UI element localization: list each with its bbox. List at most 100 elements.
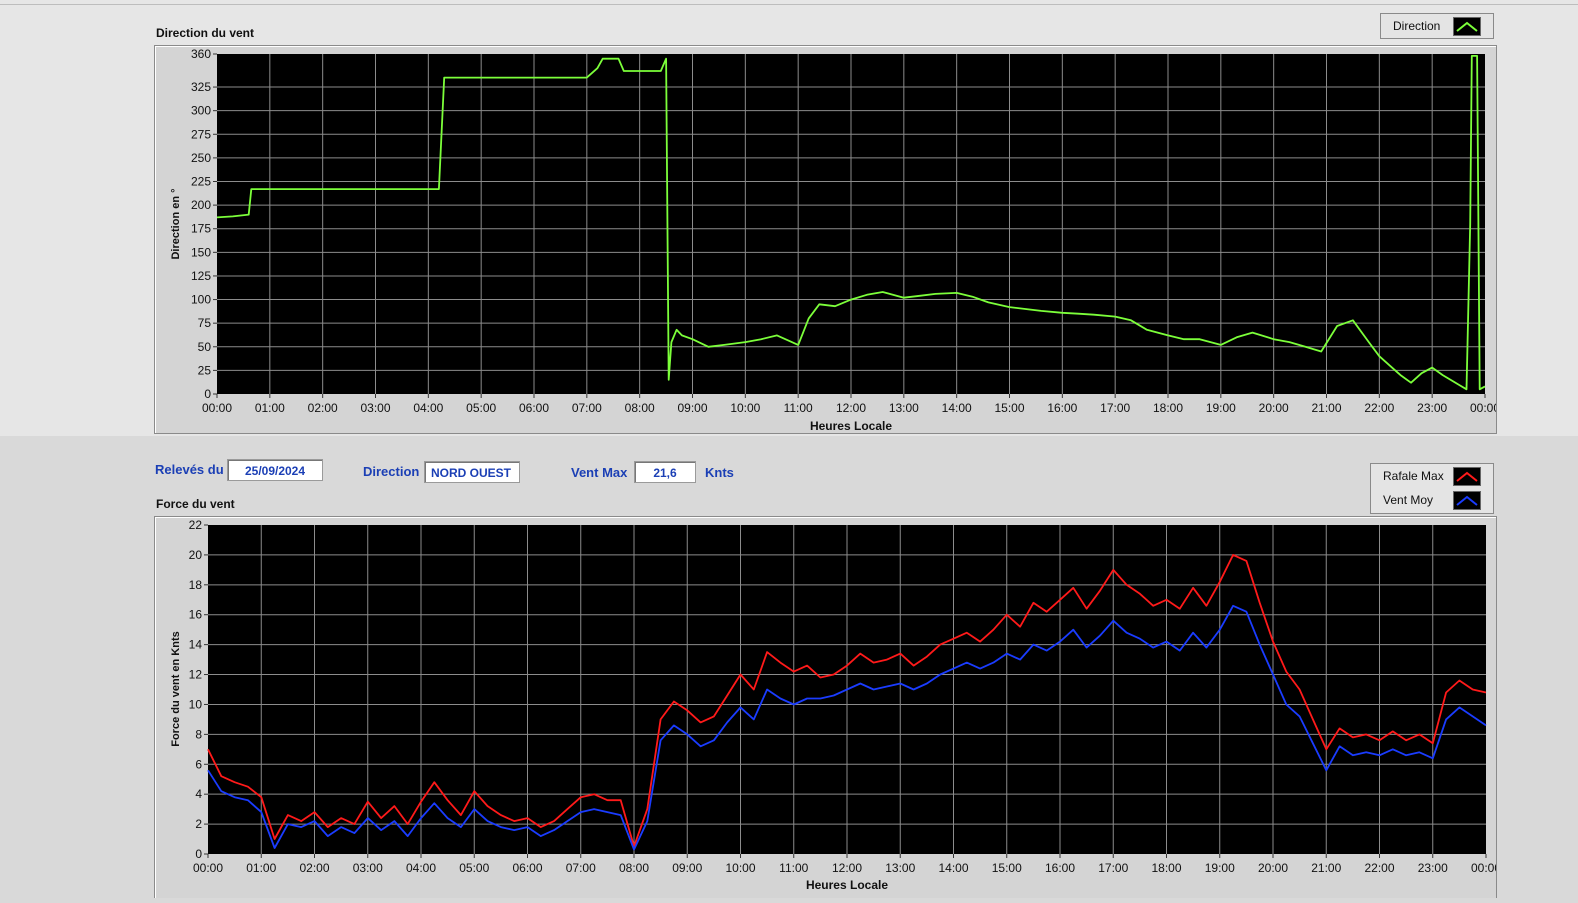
line-swatch-icon xyxy=(1453,491,1481,510)
y-tick-label: 325 xyxy=(191,80,211,94)
x-tick-label: 00:00 xyxy=(193,861,223,875)
x-tick-label: 03:00 xyxy=(360,401,390,415)
direction-y-ticks: 0 25 50 75 100 125 150 175 200 225 250 275 300 325 360 xyxy=(191,47,217,401)
legend-label-direction: Direction xyxy=(1393,19,1441,33)
x-tick-label: 17:00 xyxy=(1098,861,1128,875)
y-tick-label: 300 xyxy=(191,104,211,118)
line-swatch-icon xyxy=(1453,17,1481,36)
y-tick-label: 0 xyxy=(204,387,211,401)
y-tick-label: 6 xyxy=(195,757,202,771)
x-tick-label: 17:00 xyxy=(1100,401,1130,415)
force-y-axis-label: Force du vent en Knts xyxy=(170,631,182,747)
y-tick-label: 18 xyxy=(189,578,203,592)
y-tick-label: 100 xyxy=(191,293,211,307)
line-swatch-icon xyxy=(1453,467,1481,486)
y-tick-label: 75 xyxy=(198,316,212,330)
x-tick-label: 23:00 xyxy=(1418,861,1448,875)
x-tick-label: 21:00 xyxy=(1311,861,1341,875)
legend-label-vent-moy: Vent Moy xyxy=(1383,493,1434,507)
direction-chart: 0 25 50 75 100 125 150 175 200 225 250 275 300 325 360… xyxy=(170,47,1500,433)
x-tick-label: 08:00 xyxy=(625,401,655,415)
direction-y-axis-label: Direction en ° xyxy=(170,188,182,259)
direction-legend: Direction xyxy=(1380,13,1494,39)
force-chart: 0 2 4 6 8 10 12 14 16 18 20 22 00:00 01:00 02:00 03:00… xyxy=(170,518,1501,892)
y-tick-label: 4 xyxy=(195,787,202,801)
x-tick-label: 12:00 xyxy=(832,861,862,875)
vent-max-label: Vent Max xyxy=(571,465,628,480)
y-tick-label: 125 xyxy=(191,269,211,283)
x-tick-label: 06:00 xyxy=(512,861,542,875)
y-tick-label: 225 xyxy=(191,175,211,189)
x-tick-label: 15:00 xyxy=(994,401,1024,415)
x-tick-label: 11:00 xyxy=(784,401,813,415)
force-chart-frame: 0 2 4 6 8 10 12 14 16 18 20 22 00:00 01:00 02:00 03:00… xyxy=(154,516,1501,898)
force-panel-title: Force du vent xyxy=(156,497,235,511)
x-tick-label: 14:00 xyxy=(938,861,968,875)
x-tick-label: 14:00 xyxy=(942,401,972,415)
x-tick-label: 00:00 xyxy=(202,401,232,415)
force-x-axis-label: Heures Locale xyxy=(806,878,888,892)
y-tick-label: 360 xyxy=(191,47,211,61)
x-tick-label: 20:00 xyxy=(1259,401,1289,415)
x-tick-label: 23:00 xyxy=(1417,401,1447,415)
date-label: Relevés du xyxy=(155,462,224,477)
x-tick-label: 01:00 xyxy=(255,401,285,415)
y-tick-label: 275 xyxy=(191,127,211,141)
direction-field[interactable]: NORD OUEST xyxy=(424,461,520,483)
y-tick-label: 2 xyxy=(195,817,202,831)
x-tick-label: 19:00 xyxy=(1205,861,1235,875)
x-tick-label: 18:00 xyxy=(1151,861,1181,875)
x-tick-label: 15:00 xyxy=(992,861,1022,875)
y-tick-label: 14 xyxy=(189,638,203,652)
x-tick-label: 00:00 xyxy=(1471,861,1496,875)
x-tick-label: 13:00 xyxy=(885,861,915,875)
y-tick-label: 250 xyxy=(191,151,211,165)
x-tick-label: 03:00 xyxy=(353,861,383,875)
x-tick-label: 04:00 xyxy=(406,861,436,875)
x-tick-label: 05:00 xyxy=(459,861,489,875)
x-tick-label: 12:00 xyxy=(836,401,866,415)
x-tick-label: 09:00 xyxy=(677,401,707,415)
y-tick-label: 200 xyxy=(191,198,211,212)
x-tick-label: 08:00 xyxy=(619,861,649,875)
direction-x-axis-label: Heures Locale xyxy=(810,419,892,433)
y-tick-label: 10 xyxy=(189,697,203,711)
force-y-ticks: 0 2 4 6 8 10 12 14 16 18 20 22 xyxy=(189,518,208,861)
legend-item-rafale-max[interactable]: Rafale Max xyxy=(1371,464,1493,488)
date-field[interactable]: 25/09/2024 xyxy=(227,459,323,481)
x-tick-label: 04:00 xyxy=(413,401,443,415)
x-tick-label: 11:00 xyxy=(779,861,808,875)
x-tick-label: 18:00 xyxy=(1153,401,1183,415)
x-tick-label: 10:00 xyxy=(730,401,760,415)
x-tick-label: 02:00 xyxy=(299,861,329,875)
y-tick-label: 16 xyxy=(189,608,203,622)
x-tick-label: 10:00 xyxy=(725,861,755,875)
y-tick-label: 50 xyxy=(198,340,212,354)
window-top-border xyxy=(0,4,1578,5)
x-tick-label: 20:00 xyxy=(1258,861,1288,875)
x-tick-label: 13:00 xyxy=(889,401,919,415)
legend-label-rafale-max: Rafale Max xyxy=(1383,469,1444,483)
y-tick-label: 20 xyxy=(189,548,203,562)
x-tick-label: 16:00 xyxy=(1047,401,1077,415)
direction-label: Direction xyxy=(363,464,420,479)
legend-item-direction[interactable]: Direction xyxy=(1381,14,1493,38)
x-tick-label: 21:00 xyxy=(1311,401,1341,415)
x-tick-label: 07:00 xyxy=(572,401,602,415)
x-tick-label: 19:00 xyxy=(1206,401,1236,415)
legend-item-vent-moy[interactable]: Vent Moy xyxy=(1371,488,1493,512)
x-tick-label: 22:00 xyxy=(1364,401,1394,415)
x-tick-label: 05:00 xyxy=(466,401,496,415)
force-legend: Rafale Max Vent Moy xyxy=(1370,463,1494,514)
x-tick-label: 01:00 xyxy=(246,861,276,875)
force-x-ticks: 00:00 01:00 02:00 03:00 04:00 05:00 06:00 07:00… xyxy=(193,854,1501,875)
y-tick-label: 150 xyxy=(191,245,211,259)
y-tick-label: 12 xyxy=(189,668,203,682)
x-tick-label: 16:00 xyxy=(1045,861,1075,875)
vent-max-field[interactable]: 21,6 xyxy=(634,461,696,483)
y-tick-label: 8 xyxy=(195,727,202,741)
y-tick-label: 175 xyxy=(191,222,211,236)
y-tick-label: 25 xyxy=(198,363,212,377)
direction-panel-title: Direction du vent xyxy=(156,26,255,40)
y-tick-label: 22 xyxy=(189,518,203,532)
